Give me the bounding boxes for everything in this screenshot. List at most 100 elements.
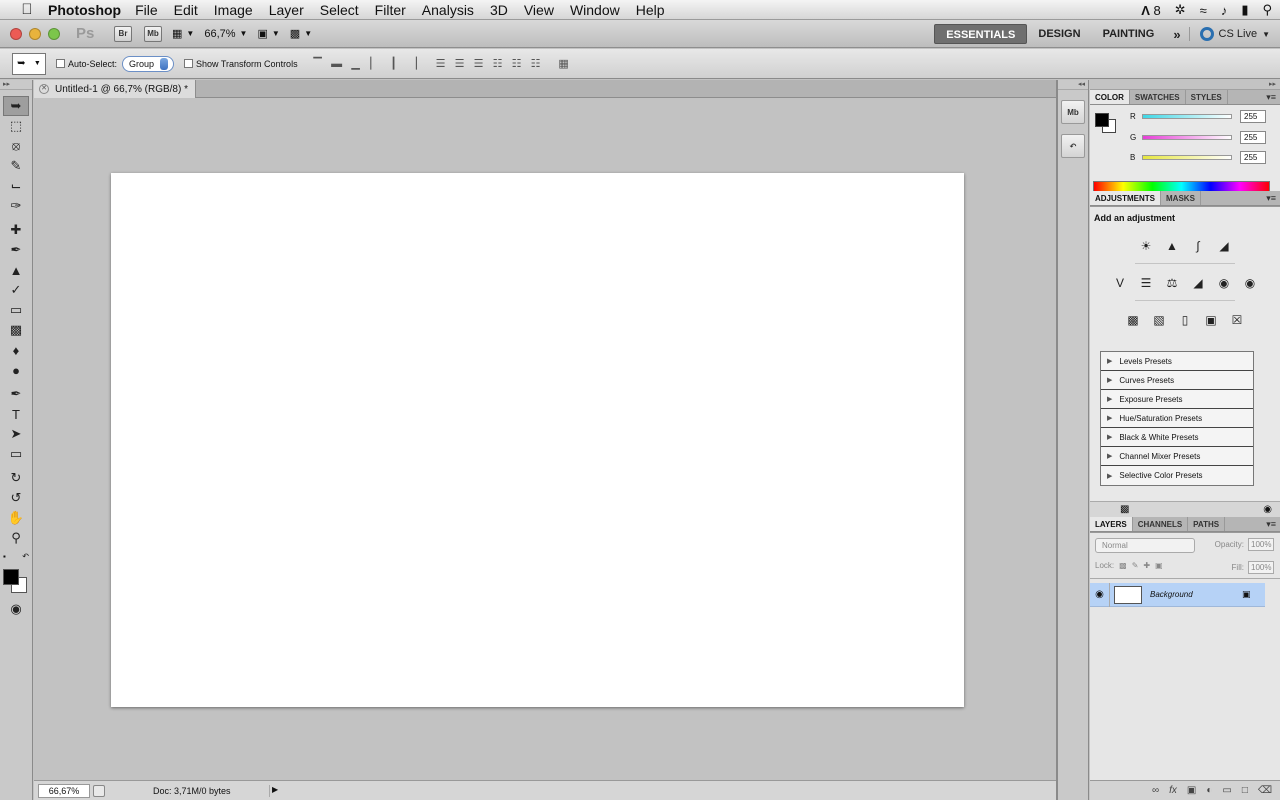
distribute-left-icon[interactable]: ☷ [490, 56, 506, 72]
zoom-level-dropdown[interactable]: 66,7% ▼ [204, 28, 247, 40]
foreground-color-swatch[interactable] [1095, 113, 1109, 127]
invert-icon[interactable]: ▩ [1123, 311, 1143, 329]
collapse-toolbox-icon[interactable]: ▸▸ [0, 80, 32, 90]
launch-mini-bridge-button[interactable]: Mb [144, 25, 162, 42]
red-value-field[interactable]: 255 [1240, 109, 1266, 123]
status-menu-arrow-icon[interactable]: ▶ [269, 784, 279, 797]
selective-color-icon[interactable]: ☒ [1227, 311, 1247, 329]
eyedropper-tool-icon[interactable]: ✑ [3, 196, 29, 216]
layer-visibility-eye-icon[interactable]: ◉ [1090, 582, 1110, 607]
collapse-dock-icon[interactable]: ◂◂ [1058, 80, 1088, 90]
spot-healing-brush-icon[interactable]: ✚ [3, 220, 29, 240]
distribute-bottom-icon[interactable]: ☰ [471, 56, 487, 72]
black-white-icon[interactable]: ◢ [1188, 274, 1208, 292]
panel-menu-icon[interactable]: ▾≡ [1266, 191, 1276, 206]
gradient-map-icon[interactable]: ▣ [1201, 311, 1221, 329]
app-menu[interactable]: Photoshop [48, 2, 121, 18]
align-right-edges-icon[interactable]: ▕ [405, 56, 421, 72]
quick-mask-mode-icon[interactable]: ◉ [3, 599, 29, 619]
menu-window[interactable]: Window [562, 2, 628, 18]
menu-select[interactable]: Select [312, 2, 367, 18]
menu-analysis[interactable]: Analysis [414, 2, 482, 18]
preset-hue-saturation[interactable]: ▶ Hue/Saturation Presets [1101, 409, 1253, 428]
auto-align-layers-icon[interactable]: ▦ [556, 56, 572, 72]
photo-filter-icon[interactable]: ◉ [1214, 274, 1234, 292]
menu-help[interactable]: Help [628, 2, 673, 18]
align-horizontal-centers-icon[interactable]: ┃ [386, 56, 402, 72]
auto-select-target-select[interactable]: Group [122, 55, 175, 72]
preset-curves[interactable]: ▶ Curves Presets [1101, 371, 1253, 390]
3d-rotate-tool-icon[interactable]: ↻ [3, 468, 29, 488]
hue-saturation-icon[interactable]: ☰ [1136, 274, 1156, 292]
menu-file[interactable]: File [127, 2, 166, 18]
close-window-button[interactable] [10, 27, 22, 40]
align-bottom-edges-icon[interactable]: ▁ [348, 56, 364, 72]
minimize-window-button[interactable] [29, 27, 41, 40]
zoom-tool-icon[interactable]: ⚲ [3, 528, 29, 548]
curves-icon[interactable]: ∫ [1188, 237, 1208, 255]
battery-icon[interactable]: ▮ [1241, 2, 1248, 18]
hand-tool-icon[interactable]: ✋ [3, 508, 29, 528]
threshold-icon[interactable]: ▯ [1175, 311, 1195, 329]
channel-mixer-icon[interactable]: ◉ [1240, 274, 1260, 292]
panel-menu-icon[interactable]: ▾≡ [1266, 517, 1276, 532]
opacity-field[interactable]: 100% [1248, 538, 1274, 551]
distribute-horizontal-centers-icon[interactable]: ☷ [509, 56, 525, 72]
workspace-essentials[interactable]: ESSENTIALS [934, 24, 1028, 44]
tab-paths[interactable]: PATHS [1188, 517, 1226, 531]
distribute-top-icon[interactable]: ☰ [433, 56, 449, 72]
collapse-panels-icon[interactable]: ▸▸ [1090, 80, 1280, 90]
bluetooth-icon[interactable]: ✲ [1175, 2, 1186, 18]
cs-live-button[interactable]: CS Live ▼ [1188, 27, 1280, 41]
path-selection-tool-icon[interactable]: ➤ [3, 424, 29, 444]
preset-selective-color[interactable]: ▶ Selective Color Presets [1101, 466, 1253, 485]
blue-slider[interactable] [1142, 154, 1232, 160]
exposure-icon[interactable]: ◢ [1214, 237, 1234, 255]
mini-bridge-panel-button[interactable]: Mb [1061, 100, 1085, 124]
menu-edit[interactable]: Edit [166, 2, 206, 18]
gradient-tool-icon[interactable]: ▩ [3, 320, 29, 340]
preset-exposure[interactable]: ▶ Exposure Presets [1101, 390, 1253, 409]
history-panel-button[interactable]: ↶ [1061, 134, 1085, 158]
vibrance-icon[interactable]: V [1110, 274, 1130, 292]
crop-tool-icon[interactable]: ⌙ [3, 176, 29, 196]
tool-preset-picker[interactable]: ➥ ▼ [12, 52, 46, 75]
workspace-painting[interactable]: PAINTING [1092, 24, 1166, 44]
zoom-window-button[interactable] [48, 27, 60, 40]
workspace-design[interactable]: DESIGN [1027, 24, 1091, 44]
dodge-tool-icon[interactable]: ● [3, 360, 29, 380]
menu-image[interactable]: Image [206, 2, 261, 18]
align-left-edges-icon[interactable]: ▏ [367, 56, 383, 72]
tab-swatches[interactable]: SWATCHES [1130, 90, 1186, 104]
new-layer-icon[interactable]: □ [1242, 785, 1248, 796]
distribute-vertical-centers-icon[interactable]: ☰ [452, 56, 468, 72]
layer-row-background[interactable]: ◉ Background ▣ [1090, 582, 1265, 607]
new-adjustment-layer-icon[interactable]: ◐ [1206, 785, 1212, 796]
brush-tool-icon[interactable]: ✒ [3, 240, 29, 260]
align-vertical-centers-icon[interactable]: ▬ [329, 56, 345, 72]
wifi-icon[interactable]: ≈ [1200, 3, 1207, 18]
eraser-tool-icon[interactable]: ▭ [3, 300, 29, 320]
tab-layers[interactable]: LAYERS [1090, 517, 1133, 531]
show-transform-controls-checkbox[interactable]: Show Transform Controls [184, 59, 298, 69]
arrange-documents-dropdown[interactable]: ▣ ▼ [257, 27, 279, 40]
spotlight-search-icon[interactable]: ⚲ [1262, 2, 1272, 18]
trash-icon[interactable]: ⌫ [1258, 785, 1272, 796]
type-tool-icon[interactable]: T [3, 404, 29, 424]
tab-channels[interactable]: CHANNELS [1133, 517, 1189, 531]
status-info-icon[interactable] [93, 784, 105, 797]
pen-tool-icon[interactable]: ✒ [3, 384, 29, 404]
close-document-icon[interactable]: ✕ [39, 84, 49, 94]
apple-menu-icon[interactable]:  [16, 1, 38, 18]
blur-tool-icon[interactable]: ♦ [3, 340, 29, 360]
layer-style-icon[interactable]: fx [1169, 785, 1177, 796]
menu-view[interactable]: View [516, 2, 562, 18]
lock-all-icon[interactable]: ▣ [1155, 561, 1163, 570]
screen-mode-dropdown[interactable]: ▩ ▼ [290, 27, 312, 40]
green-value-field[interactable]: 255 [1240, 130, 1266, 144]
preset-channel-mixer[interactable]: ▶ Channel Mixer Presets [1101, 447, 1253, 466]
view-extras-dropdown[interactable]: ▦ ▼ [172, 27, 194, 40]
distribute-right-icon[interactable]: ☷ [528, 56, 544, 72]
3d-orbit-tool-icon[interactable]: ↺ [3, 488, 29, 508]
clip-to-layer-icon[interactable]: ▩ [1120, 504, 1129, 515]
